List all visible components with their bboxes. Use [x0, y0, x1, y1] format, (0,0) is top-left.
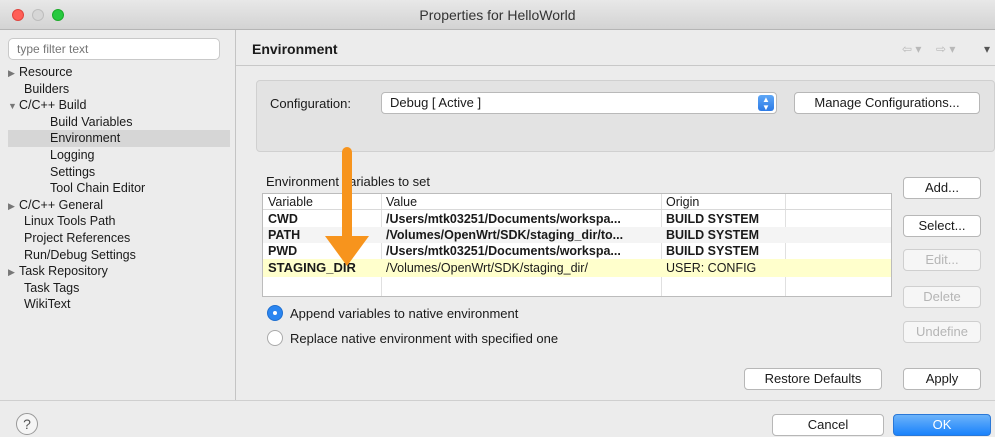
footer-divider	[0, 400, 995, 401]
append-radio[interactable]	[267, 305, 283, 321]
restore-defaults-button[interactable]: Restore Defaults	[744, 368, 882, 390]
append-radio-label[interactable]: Append variables to native environment	[290, 306, 518, 321]
cancel-button[interactable]: Cancel	[772, 414, 884, 436]
add-button[interactable]: Add...	[903, 177, 981, 199]
delete-button[interactable]: Delete	[903, 286, 981, 308]
undefine-button[interactable]: Undefine	[903, 321, 981, 343]
select-button[interactable]: Select...	[903, 215, 981, 237]
replace-radio[interactable]	[267, 330, 283, 346]
help-icon[interactable]: ?	[16, 413, 38, 435]
ok-button[interactable]: OK	[893, 414, 991, 436]
edit-button[interactable]: Edit...	[903, 249, 981, 271]
apply-button[interactable]: Apply	[903, 368, 981, 390]
replace-radio-label[interactable]: Replace native environment with specifie…	[290, 331, 558, 346]
